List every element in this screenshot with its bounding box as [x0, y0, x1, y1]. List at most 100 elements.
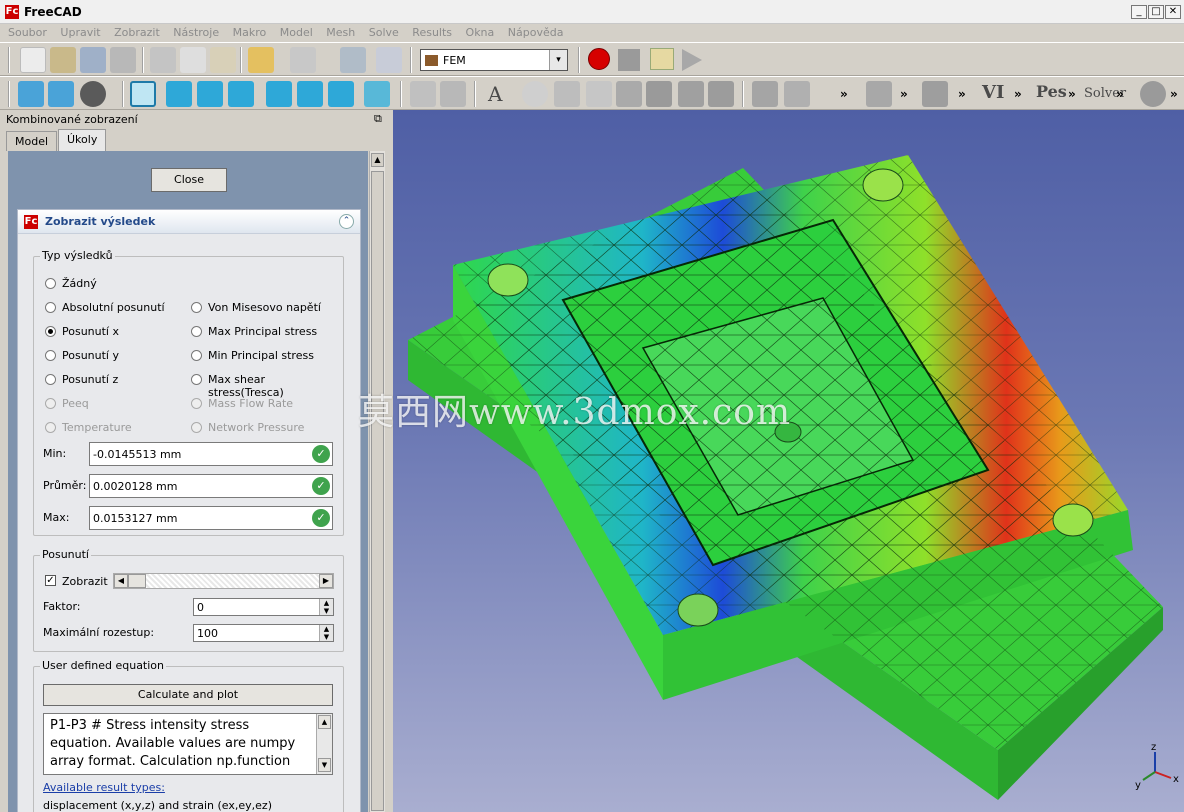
purge-results-icon[interactable] — [1140, 81, 1166, 107]
sphere-icon[interactable] — [522, 81, 548, 107]
menu-mesh[interactable]: Mesh — [326, 24, 355, 42]
run-macro-icon[interactable] — [682, 49, 702, 71]
right-view-icon[interactable] — [228, 81, 254, 107]
panel-scrollbar[interactable]: ▲ — [369, 151, 385, 812]
radio-posunuti-x[interactable] — [45, 326, 56, 337]
toolbar-overflow-chevron[interactable]: » — [1068, 87, 1076, 101]
show-checkbox[interactable]: ✓ — [45, 575, 56, 586]
isometric-view-icon[interactable] — [130, 81, 156, 107]
undo-icon[interactable] — [248, 47, 274, 73]
bottom-view-icon[interactable] — [297, 81, 323, 107]
menu-okna[interactable]: Okna — [466, 24, 495, 42]
create-group-icon[interactable] — [440, 81, 466, 107]
toolbar-overflow-chevron[interactable]: » — [1170, 87, 1178, 101]
factor-spinbox[interactable]: 0 ▲ ▼ — [193, 598, 334, 616]
toolbar-overflow-chevron[interactable]: » — [900, 87, 908, 101]
fit-all-icon[interactable] — [18, 81, 44, 107]
beam-icon[interactable] — [678, 81, 704, 107]
fit-selection-icon[interactable] — [48, 81, 74, 107]
box-icon[interactable] — [616, 81, 642, 107]
menu-napoveda[interactable]: Nápověda — [508, 24, 564, 42]
scroll-down-arrow[interactable]: ▼ — [318, 758, 331, 772]
text-annotation-icon[interactable]: A — [488, 82, 502, 106]
vi-tool-icon[interactable]: VI — [982, 82, 1004, 103]
toolbar-overflow-chevron[interactable]: » — [1014, 87, 1022, 101]
left-view-icon[interactable] — [328, 81, 354, 107]
rear-view-icon[interactable] — [266, 81, 292, 107]
radio-max-shear[interactable] — [191, 374, 202, 385]
radio-min-principal[interactable] — [191, 350, 202, 361]
shell-icon[interactable] — [586, 81, 612, 107]
toolbar-overflow-chevron[interactable]: » — [1116, 87, 1124, 101]
radio-posunuti-z[interactable] — [45, 374, 56, 385]
menu-nastroje[interactable]: Nástroje — [173, 24, 219, 42]
scroll-thumb[interactable] — [371, 171, 384, 811]
close-window-button[interactable]: ✕ — [1165, 5, 1181, 19]
redo-icon[interactable] — [290, 47, 316, 73]
min-field[interactable]: -0.0145513 mm ✓ — [89, 442, 333, 466]
max-field[interactable]: 0.0153127 mm ✓ — [89, 506, 333, 530]
menu-model[interactable]: Model — [280, 24, 313, 42]
undock-icon[interactable]: ⧉ — [374, 112, 382, 126]
record-macro-icon[interactable] — [588, 48, 610, 70]
scroll-up-arrow[interactable]: ▲ — [318, 715, 331, 729]
force-constraint-icon[interactable] — [866, 81, 892, 107]
fixed-constraint-icon[interactable] — [752, 81, 778, 107]
3d-viewport[interactable]: z x y — [393, 110, 1184, 812]
create-part-icon[interactable] — [410, 81, 436, 107]
spin-arrows-icon[interactable]: ▲ ▼ — [319, 625, 333, 641]
slider-left-arrow[interactable]: ◀ — [114, 574, 128, 588]
avg-field[interactable]: 0.0020128 mm ✓ — [89, 474, 333, 498]
toolbar-overflow-chevron[interactable]: » — [958, 87, 966, 101]
equation-scrollbar[interactable]: ▲ ▼ — [316, 714, 332, 774]
menu-upravit[interactable]: Upravit — [60, 24, 100, 42]
radio-absolutni-posunuti[interactable] — [45, 302, 56, 313]
spin-arrows-icon[interactable]: ▲ ▼ — [319, 599, 333, 615]
mesh-netgen-icon[interactable] — [922, 81, 948, 107]
mesh-icon[interactable] — [646, 81, 672, 107]
menu-solve[interactable]: Solve — [369, 24, 399, 42]
draw-style-icon[interactable] — [80, 81, 106, 107]
maximize-button[interactable]: □ — [1148, 5, 1164, 19]
menu-makro[interactable]: Makro — [233, 24, 267, 42]
slider-right-arrow[interactable]: ▶ — [319, 574, 333, 588]
refresh-icon[interactable] — [340, 47, 366, 73]
paste-icon[interactable] — [210, 47, 236, 73]
copy-icon[interactable] — [180, 47, 206, 73]
collapse-icon[interactable]: ⌃ — [339, 214, 354, 229]
menu-zobrazit[interactable]: Zobrazit — [114, 24, 160, 42]
minimize-button[interactable]: _ — [1131, 5, 1147, 19]
workbench-selector[interactable]: FEM ▾ — [420, 49, 568, 71]
radio-posunuti-y[interactable] — [45, 350, 56, 361]
displacement-slider[interactable]: ◀ ▶ — [113, 573, 334, 589]
menu-results[interactable]: Results — [412, 24, 452, 42]
menu-soubor[interactable]: Soubor — [8, 24, 47, 42]
print-icon[interactable] — [110, 47, 136, 73]
stop-macro-icon[interactable] — [618, 49, 640, 71]
pes-tool-icon[interactable]: Pes — [1036, 82, 1067, 101]
chevron-down-icon[interactable]: ▾ — [549, 50, 567, 70]
radio-von-mises[interactable] — [191, 302, 202, 313]
material-icon[interactable] — [708, 81, 734, 107]
radio-max-principal[interactable] — [191, 326, 202, 337]
open-folder-icon[interactable] — [50, 47, 76, 73]
displacement-constraint-icon[interactable] — [784, 81, 810, 107]
measure-distance-icon[interactable] — [364, 81, 390, 107]
cone-icon[interactable] — [554, 81, 580, 107]
max-factor-spinbox[interactable]: 100 ▲ ▼ — [193, 624, 334, 642]
save-icon[interactable] — [80, 47, 106, 73]
radio-zadny[interactable] — [45, 278, 56, 289]
whats-this-icon[interactable] — [376, 47, 402, 73]
tab-ukoly[interactable]: Úkoly — [58, 129, 107, 151]
equation-textarea[interactable]: P1-P3 # Stress intensity stress equation… — [43, 713, 333, 775]
cut-icon[interactable] — [150, 47, 176, 73]
toolbar-overflow-chevron[interactable]: » — [840, 87, 848, 101]
edit-macro-icon[interactable] — [650, 48, 674, 70]
front-view-icon[interactable] — [166, 81, 192, 107]
new-document-icon[interactable] — [20, 47, 46, 73]
slider-knob[interactable] — [128, 574, 146, 588]
scroll-up-arrow[interactable]: ▲ — [371, 153, 384, 167]
calculate-and-plot-button[interactable]: Calculate and plot — [43, 684, 333, 706]
top-view-icon[interactable] — [197, 81, 223, 107]
close-button[interactable]: Close — [151, 168, 227, 192]
